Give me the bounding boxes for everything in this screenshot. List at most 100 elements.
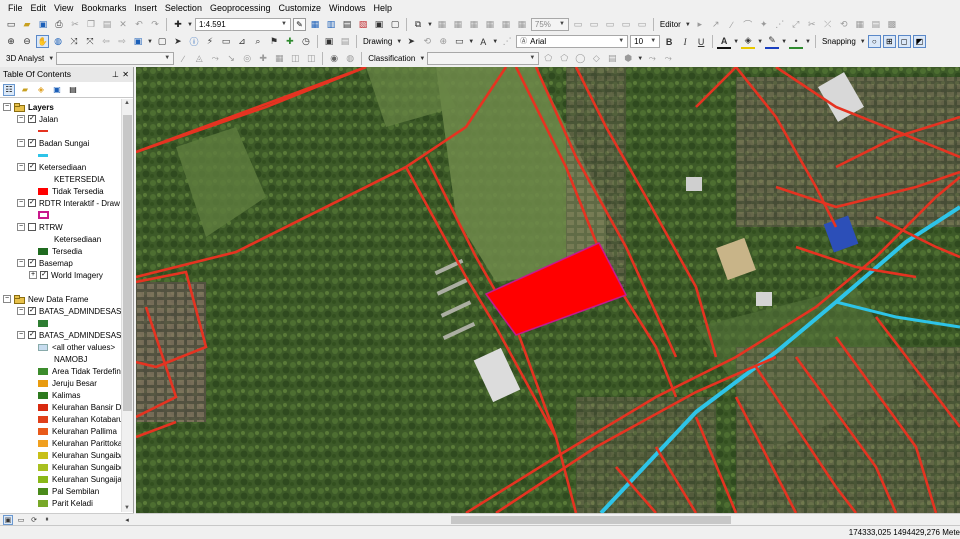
3d-tool-icon[interactable]: ◫ — [288, 52, 302, 66]
clear-selection-icon[interactable]: ▢ — [155, 35, 169, 49]
add-data-icon[interactable]: ✚ — [171, 18, 185, 32]
collapse-icon[interactable]: − — [17, 139, 25, 147]
classification-menu[interactable]: Classification — [366, 54, 417, 63]
reclass-icon[interactable]: ⤳ — [645, 52, 659, 66]
layout-tool-icon[interactable]: ▦ — [435, 18, 449, 32]
drawing-menu[interactable]: Drawing — [361, 37, 394, 46]
redo-icon[interactable]: ↷ — [148, 18, 162, 32]
create-features-icon[interactable]: ▩ — [885, 18, 899, 32]
layer-row-batas-1[interactable]: − ✓ BATAS_ADMINDESASI — [17, 305, 121, 317]
font-name-combo[interactable]: Ⓐ Arial ▼ — [516, 35, 629, 48]
legend-class-item[interactable]: Kelurahan Kotabaru — [38, 413, 121, 425]
legend-class-item[interactable]: Kalimas — [38, 389, 80, 401]
map-canvas[interactable] — [136, 67, 960, 513]
legend-class-item[interactable]: Kelurahan Sungaiba — [38, 449, 121, 461]
layer-visibility-checkbox[interactable]: ✓ — [40, 271, 48, 279]
contour-icon[interactable]: ◎ — [240, 52, 254, 66]
legend-class-item[interactable]: Parit Keladi — [38, 497, 93, 509]
line-color-icon[interactable]: ✎ — [765, 35, 780, 49]
training-sample-icon[interactable]: ⬠ — [557, 52, 571, 66]
legend-class-item[interactable]: Kelurahan Sungaibe — [38, 461, 121, 473]
interpolate-line-icon[interactable]: ∕ — [176, 52, 190, 66]
point-snapping-icon[interactable]: ○ — [867, 35, 881, 48]
edit-vertices-icon[interactable]: ⋰ — [500, 35, 514, 49]
viewer-icon[interactable]: ▤ — [338, 35, 352, 49]
layout-tool-icon[interactable]: ▦ — [467, 18, 481, 32]
rectangle-icon[interactable]: ▭ — [452, 35, 466, 49]
layer-row-rdtr[interactable]: − ✓ RDTR Interaktif - Draw — [17, 197, 120, 209]
vertex-snapping-icon[interactable]: ◻ — [897, 35, 911, 48]
layer-visibility-checkbox[interactable]: ✓ — [28, 163, 36, 171]
menu-view[interactable]: View — [50, 0, 77, 16]
table-icon[interactable]: ▦ — [308, 18, 322, 32]
arcglobe-icon[interactable]: ◍ — [343, 52, 357, 66]
menu-file[interactable]: File — [4, 0, 27, 16]
zoom-to-selected-icon[interactable]: ⊕ — [436, 35, 450, 49]
python-window-icon[interactable]: ▣ — [372, 18, 386, 32]
interpolate-point-icon[interactable]: ✚ — [256, 52, 270, 66]
pause-drawing-icon[interactable]: ⏸ — [42, 515, 52, 525]
legend-class-tidak-tersedia[interactable]: Tidak Tersedia — [38, 185, 104, 197]
legend-class-item[interactable]: Pal Sembilan — [38, 485, 99, 497]
layer-row-ketersediaan[interactable]: − ✓ Ketersediaan — [17, 161, 86, 173]
arcscene-icon[interactable]: ◉ — [327, 52, 341, 66]
select-elements-icon[interactable]: ➤ — [404, 35, 418, 49]
classification-layer-combo[interactable]: ▼ — [427, 52, 540, 65]
steepest-path-icon[interactable]: ↘ — [224, 52, 238, 66]
rotate-icon[interactable]: ⟲ — [420, 35, 434, 49]
layout-page-icon[interactable]: ▭ — [571, 18, 585, 32]
menu-edit[interactable]: Edit — [27, 0, 51, 16]
list-by-visibility-icon[interactable]: ◈ — [35, 84, 47, 96]
end-snapping-icon[interactable]: ⊞ — [882, 35, 896, 48]
toc-vertical-scrollbar[interactable]: ▲ ▼ — [121, 99, 133, 512]
line-of-sight-icon[interactable]: ⤳ — [208, 52, 222, 66]
layout-tool-icon[interactable]: ▦ — [499, 18, 513, 32]
find-route-icon[interactable]: ⚑ — [267, 35, 281, 49]
time-slider-icon[interactable]: ◷ — [299, 35, 313, 49]
legend-rdtr-symbol[interactable] — [38, 209, 53, 221]
list-by-source-icon[interactable]: ▰ — [19, 84, 31, 96]
training-manager-icon[interactable]: ▤ — [605, 52, 619, 66]
underline-button[interactable]: U — [694, 35, 708, 49]
training-sample-icon[interactable]: ◯ — [573, 52, 587, 66]
font-color-icon[interactable]: A — [717, 35, 732, 49]
select-features-icon[interactable]: ▣ — [131, 35, 145, 49]
text-tool-icon[interactable]: A — [476, 35, 490, 49]
data-view-icon[interactable]: ▣ — [3, 514, 13, 525]
analyst-layer-combo[interactable]: ▼ — [56, 52, 175, 65]
layer-visibility-checkbox[interactable]: ✓ — [28, 307, 36, 315]
point-icon[interactable]: ✦ — [757, 18, 771, 32]
collapse-icon[interactable]: − — [17, 199, 25, 207]
map-view[interactable] — [136, 67, 960, 513]
layout-page-icon[interactable]: ▭ — [603, 18, 617, 32]
layout-page-icon[interactable]: ▭ — [619, 18, 633, 32]
copy-icon[interactable]: ❐ — [84, 18, 98, 32]
layer-visibility-checkbox[interactable]: ✓ — [28, 259, 36, 267]
straight-segment-icon[interactable]: ∕ — [725, 18, 739, 32]
list-by-selection-icon[interactable]: ▣ — [51, 84, 63, 96]
legend-class-item[interactable]: Kelurahan Pallima — [38, 425, 117, 437]
go-to-xy-icon[interactable]: ✚ — [283, 35, 297, 49]
hyperlink-icon[interactable]: ⚡ — [203, 35, 217, 49]
layout-zoom-combo[interactable]: 75% ▼ — [530, 18, 569, 31]
pin-icon[interactable]: ⊥ — [112, 67, 119, 82]
menu-help[interactable]: Help — [370, 0, 397, 16]
layer-row-badan-sungai[interactable]: − ✓ Badan Sungai — [17, 137, 89, 149]
list-by-drawing-order-icon[interactable]: ☷ — [3, 83, 15, 96]
layout-tool-icon[interactable]: ▦ — [483, 18, 497, 32]
attributes-icon[interactable]: ▦ — [853, 18, 867, 32]
select-elements-icon[interactable]: ➤ — [171, 35, 185, 49]
collapse-icon[interactable]: − — [17, 163, 25, 171]
layer-row-batas-2[interactable]: − ✓ BATAS_ADMINDESASI — [17, 329, 121, 341]
trace-icon[interactable]: ⌒ — [741, 18, 755, 32]
editor-menu[interactable]: Editor — [658, 20, 683, 29]
reclass-icon[interactable]: ⤳ — [661, 52, 675, 66]
scrollbar-thumb[interactable] — [451, 516, 731, 524]
zoom-out-icon[interactable]: ⊖ — [20, 35, 34, 49]
3d-tool-icon[interactable]: ◫ — [304, 52, 318, 66]
print-icon[interactable]: ⎙ — [52, 18, 66, 32]
collapse-icon[interactable]: − — [3, 103, 11, 111]
collapse-icon[interactable]: − — [17, 307, 25, 315]
pan-icon[interactable]: ✋ — [36, 35, 49, 48]
bold-button[interactable]: B — [662, 35, 676, 49]
